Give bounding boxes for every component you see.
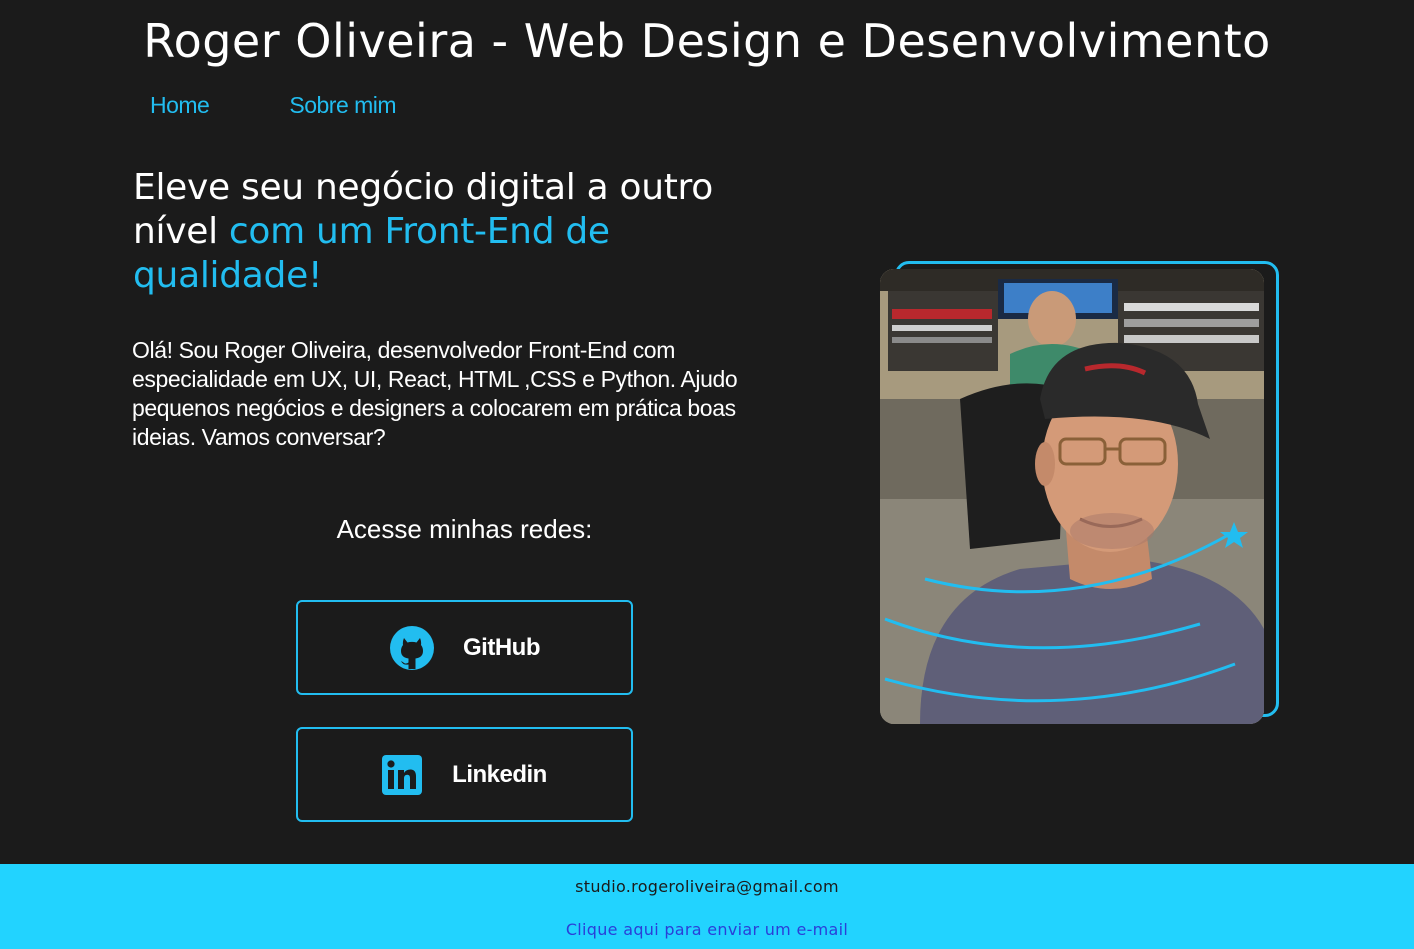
site-title: Roger Oliveira - Web Design e Desenvolvi…	[143, 14, 1271, 68]
send-email-link[interactable]: Clique aqui para enviar um e-mail	[0, 920, 1414, 939]
footer-email: studio.rogeroliveira@gmail.com	[575, 877, 839, 896]
nav-about-link[interactable]: Sobre mim	[289, 92, 396, 119]
hero-headline: Eleve seu negócio digital a outro nível …	[133, 166, 773, 298]
linkedin-icon	[382, 754, 423, 795]
nav-home-link[interactable]: Home	[150, 92, 210, 119]
github-button[interactable]: GitHub	[296, 600, 633, 695]
social-section-title: Acesse minhas redes:	[336, 514, 593, 544]
linkedin-button[interactable]: Linkedin	[296, 727, 633, 822]
main-nav: Home Sobre mim	[150, 92, 397, 119]
linkedin-label: Linkedin	[452, 760, 547, 788]
github-icon	[389, 625, 435, 671]
github-label: GitHub	[463, 633, 540, 661]
intro-paragraph: Olá! Sou Roger Oliveira, desenvolvedor F…	[132, 337, 738, 450]
profile-photo	[880, 269, 1264, 724]
footer: studio.rogeroliveira@gmail.com Clique aq…	[0, 864, 1414, 949]
